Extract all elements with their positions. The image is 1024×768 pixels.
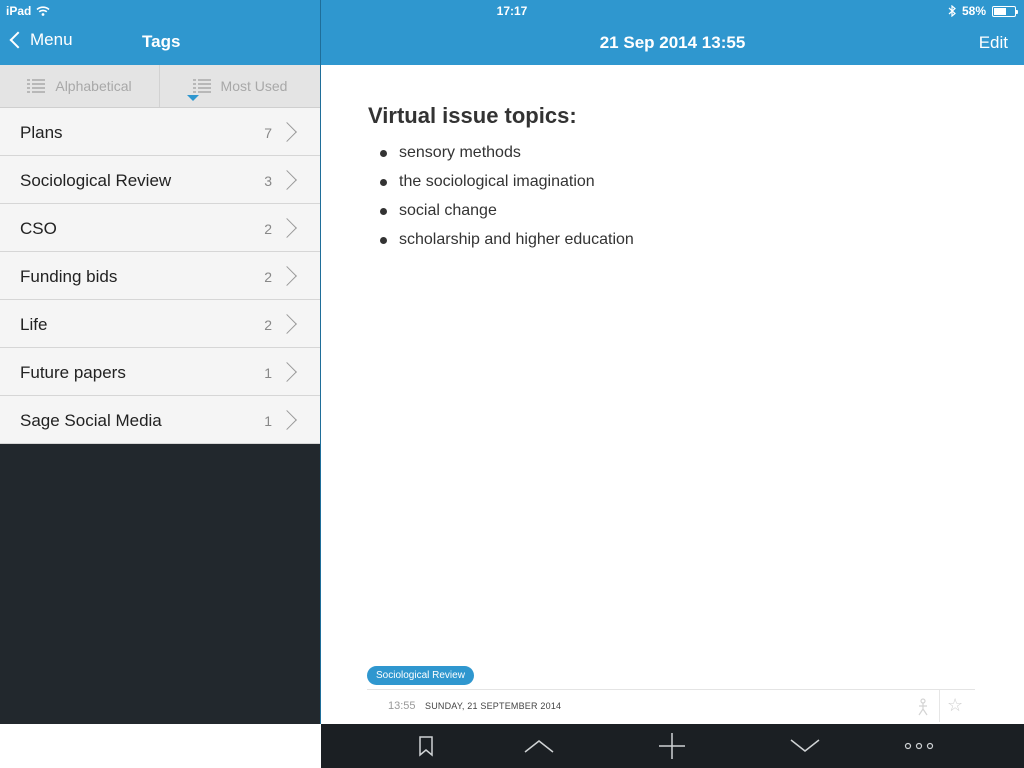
sort-alphabetical-button[interactable]: Alphabetical bbox=[0, 65, 160, 107]
back-button[interactable]: Menu bbox=[8, 30, 73, 50]
list-item: scholarship and higher education bbox=[368, 230, 634, 259]
note-bullet-list: sensory methods the sociological imagina… bbox=[368, 143, 634, 259]
status-bar: iPad 17:17 58% bbox=[0, 0, 1024, 20]
chevron-right-icon bbox=[277, 410, 297, 430]
note-view: Virtual issue topics: sensory methods th… bbox=[321, 65, 1024, 724]
tag-row[interactable]: Life 2 bbox=[0, 300, 320, 348]
battery-fill bbox=[994, 7, 1006, 15]
edit-button[interactable]: Edit bbox=[979, 33, 1008, 53]
status-right: 58% bbox=[948, 4, 1018, 18]
next-note-button[interactable] bbox=[780, 724, 830, 768]
tag-name: Plans bbox=[20, 123, 63, 142]
chevron-up-icon bbox=[524, 740, 554, 753]
more-button[interactable] bbox=[894, 724, 944, 768]
person-icon[interactable] bbox=[916, 698, 930, 716]
sort-most-used-label: Most Used bbox=[220, 78, 288, 94]
list-icon bbox=[27, 79, 46, 93]
sort-alphabetical-label: Alphabetical bbox=[55, 78, 132, 94]
bluetooth-icon bbox=[948, 5, 956, 17]
sort-most-used-button[interactable]: Most Used bbox=[160, 65, 320, 107]
battery-percent: 58% bbox=[961, 4, 986, 18]
tag-count: 7 bbox=[264, 125, 272, 141]
back-button-label: Menu bbox=[30, 30, 73, 49]
tag-name: CSO bbox=[20, 219, 57, 238]
tag-row[interactable]: Sage Social Media 1 bbox=[0, 396, 320, 444]
chevron-right-icon bbox=[277, 170, 297, 190]
tag-count: 3 bbox=[264, 173, 272, 189]
chevron-right-icon bbox=[277, 266, 297, 286]
tag-name: Life bbox=[20, 315, 48, 334]
list-item: social change bbox=[368, 201, 634, 230]
more-icon bbox=[904, 742, 934, 750]
sidebar-title: Tags bbox=[142, 32, 181, 51]
chevron-right-icon bbox=[277, 314, 297, 334]
tag-row[interactable]: Sociological Review 3 bbox=[0, 156, 320, 204]
note-time: 13:55 bbox=[388, 700, 416, 712]
list-icon bbox=[192, 79, 211, 93]
tag-row[interactable]: CSO 2 bbox=[0, 204, 320, 252]
note-date: SUNDAY, 21 SEPTEMBER 2014 bbox=[425, 701, 562, 711]
tag-name: Future papers bbox=[20, 363, 126, 382]
tag-count: 1 bbox=[264, 365, 272, 381]
sort-bar: Alphabetical Most Used bbox=[0, 65, 320, 108]
tag-count: 2 bbox=[264, 317, 272, 333]
tag-list: Plans 7 Sociological Review 3 CSO 2 Fund… bbox=[0, 108, 320, 444]
note-header-title: 21 Sep 2014 13:55 bbox=[599, 33, 746, 52]
new-note-button[interactable] bbox=[647, 724, 697, 768]
footer-separator bbox=[939, 690, 940, 722]
tag-row[interactable]: Funding bids 2 bbox=[0, 252, 320, 300]
tag-count: 2 bbox=[264, 269, 272, 285]
note-nav-bar: 21 Sep 2014 13:55 Edit bbox=[321, 20, 1024, 65]
chevron-right-icon bbox=[277, 362, 297, 382]
tag-name: Sage Social Media bbox=[20, 411, 162, 430]
plus-icon bbox=[659, 733, 685, 759]
chevron-left-icon bbox=[9, 31, 27, 49]
bottom-toolbar bbox=[321, 724, 1024, 768]
tag-row[interactable]: Future papers 1 bbox=[0, 348, 320, 396]
chevron-down-icon bbox=[790, 739, 820, 752]
bookmark-button[interactable] bbox=[401, 724, 451, 768]
note-footer: 13:55 SUNDAY, 21 SEPTEMBER 2014 ☆ bbox=[367, 689, 975, 724]
previous-note-button[interactable] bbox=[514, 724, 564, 768]
star-icon[interactable]: ☆ bbox=[947, 695, 963, 716]
chevron-right-icon bbox=[277, 122, 297, 142]
bookmark-icon bbox=[419, 736, 433, 757]
battery-icon bbox=[992, 5, 1018, 17]
selected-indicator-icon bbox=[187, 95, 199, 101]
note-tag-pill[interactable]: Sociological Review bbox=[367, 666, 474, 685]
chevron-right-icon bbox=[277, 218, 297, 238]
tags-sidebar: Alphabetical Most Used Plans 7 Sociologi… bbox=[0, 65, 320, 724]
tag-count: 1 bbox=[264, 413, 272, 429]
list-item: sensory methods bbox=[368, 143, 634, 172]
list-item: the sociological imagination bbox=[368, 172, 634, 201]
tag-name: Funding bids bbox=[20, 267, 118, 286]
status-time: 17:17 bbox=[496, 4, 528, 18]
sidebar-nav-bar: Menu Tags bbox=[0, 20, 320, 65]
tag-name: Sociological Review bbox=[20, 171, 172, 190]
tag-count: 2 bbox=[264, 221, 272, 237]
note-heading: Virtual issue topics: bbox=[368, 103, 577, 128]
tag-row[interactable]: Plans 7 bbox=[0, 108, 320, 156]
